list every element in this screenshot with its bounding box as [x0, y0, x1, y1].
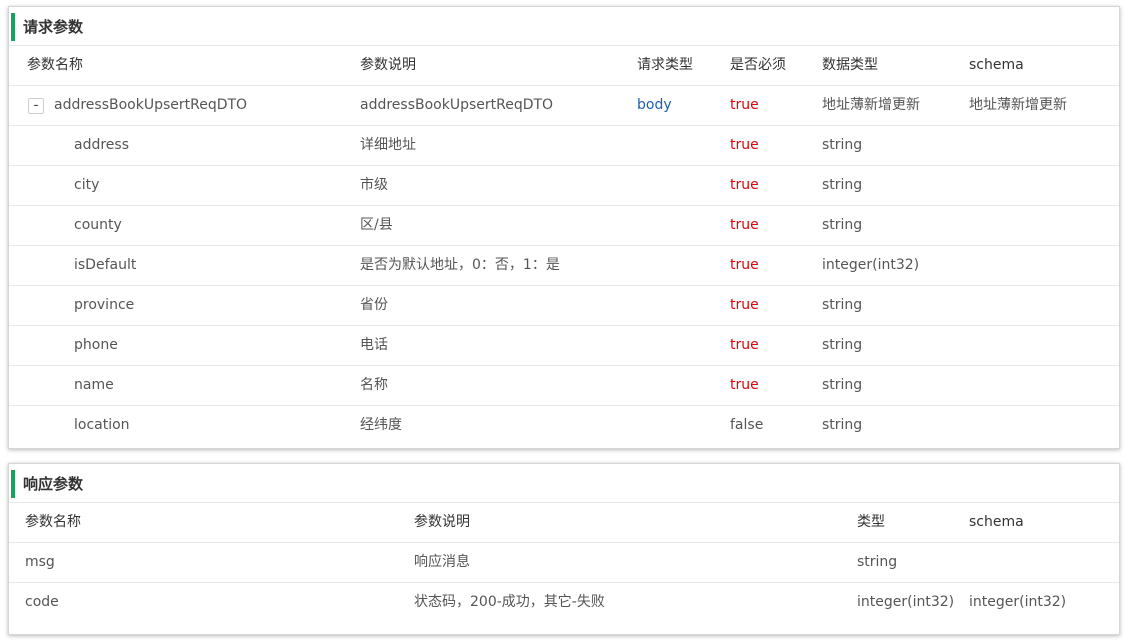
col-header-name: 参数名称	[25, 514, 81, 530]
param-desc: 经纬度	[360, 417, 402, 433]
param-name: address	[74, 137, 130, 153]
col-header-required: 是否必须	[730, 57, 786, 73]
col-header-type: 类型	[857, 514, 885, 530]
param-required: true	[730, 337, 759, 353]
param-required: true	[730, 97, 759, 113]
table-header-row: 参数名称 参数说明 类型 schema	[9, 503, 1119, 543]
section-accent-bar	[11, 13, 15, 41]
param-type: string	[822, 137, 863, 153]
table-row: province 省份 true string	[9, 286, 1119, 326]
table-row: name 名称 true string	[9, 366, 1119, 406]
param-type: string	[822, 177, 863, 193]
param-required: true	[730, 257, 759, 273]
collapse-toggle-button[interactable]: -	[28, 98, 44, 114]
param-name: name	[74, 377, 114, 393]
col-header-schema: schema	[969, 514, 1024, 530]
param-required: true	[730, 137, 759, 153]
param-desc: 详细地址	[360, 137, 416, 153]
param-required: true	[730, 177, 759, 193]
param-type: string	[857, 554, 898, 570]
request-params-header: 请求参数	[9, 7, 1119, 46]
param-schema: integer(int32)	[969, 594, 1067, 610]
param-name: msg	[25, 554, 55, 570]
param-type: integer(int32)	[857, 594, 955, 610]
param-name: county	[74, 217, 122, 233]
param-desc: 名称	[360, 377, 388, 393]
col-header-desc: 参数说明	[414, 514, 470, 530]
param-type: integer(int32)	[822, 257, 920, 273]
param-type: string	[822, 377, 863, 393]
param-desc: 状态码，200-成功，其它-失败	[414, 594, 605, 610]
col-header-schema: schema	[969, 57, 1024, 73]
table-row: city 市级 true string	[9, 166, 1119, 206]
section-accent-bar	[11, 470, 15, 498]
param-desc: addressBookUpsertReqDTO	[360, 97, 554, 113]
param-name: city	[74, 177, 100, 193]
param-type: string	[822, 297, 863, 313]
table-row: county 区/县 true string	[9, 206, 1119, 246]
response-params-header: 响应参数	[9, 464, 1119, 503]
param-required: true	[730, 297, 759, 313]
param-desc: 市级	[360, 177, 388, 193]
col-header-desc: 参数说明	[360, 57, 416, 73]
param-desc: 省份	[360, 297, 388, 313]
param-desc: 区/县	[360, 217, 393, 233]
param-desc: 是否为默认地址，0：否，1：是	[360, 257, 560, 273]
col-header-type: 数据类型	[822, 57, 878, 73]
table-header-row: 参数名称 参数说明 请求类型 是否必须 数据类型 schema	[9, 46, 1119, 86]
table-row: address 详细地址 true string	[9, 126, 1119, 166]
param-type: string	[822, 217, 863, 233]
param-required: true	[730, 217, 759, 233]
param-schema: 地址薄新增更新	[969, 97, 1067, 113]
param-required: false	[730, 417, 764, 433]
table-row: isDefault 是否为默认地址，0：否，1：是 true integer(i…	[9, 246, 1119, 286]
table-row-parent: - addressBookUpsertReqDTO addressBookUps…	[9, 86, 1119, 126]
request-params-panel: 请求参数 参数名称 参数说明 请求类型 是否必须 数据类型 schema - a…	[8, 6, 1120, 449]
param-in: body	[637, 97, 672, 113]
param-name: location	[74, 417, 130, 433]
param-desc: 电话	[360, 337, 388, 353]
param-required: true	[730, 377, 759, 393]
col-header-in: 请求类型	[637, 57, 693, 73]
param-name: addressBookUpsertReqDTO	[54, 97, 248, 113]
request-params-title: 请求参数	[23, 18, 84, 36]
param-name: isDefault	[74, 257, 137, 273]
table-row: code 状态码，200-成功，其它-失败 integer(int32) int…	[9, 583, 1119, 623]
col-header-name: 参数名称	[27, 57, 83, 73]
response-params-title: 响应参数	[23, 475, 84, 493]
param-type: string	[822, 417, 863, 433]
param-type: string	[822, 337, 863, 353]
param-name: code	[25, 594, 59, 610]
param-name: province	[74, 297, 135, 313]
table-row: phone 电话 true string	[9, 326, 1119, 366]
param-desc: 响应消息	[414, 554, 470, 570]
table-row: msg 响应消息 string	[9, 543, 1119, 583]
param-type: 地址薄新增更新	[822, 97, 920, 113]
param-name: phone	[74, 337, 118, 353]
response-params-panel: 响应参数 参数名称 参数说明 类型 schema msg 响应消息 string…	[8, 463, 1120, 635]
table-row: location 经纬度 false string	[9, 406, 1119, 446]
